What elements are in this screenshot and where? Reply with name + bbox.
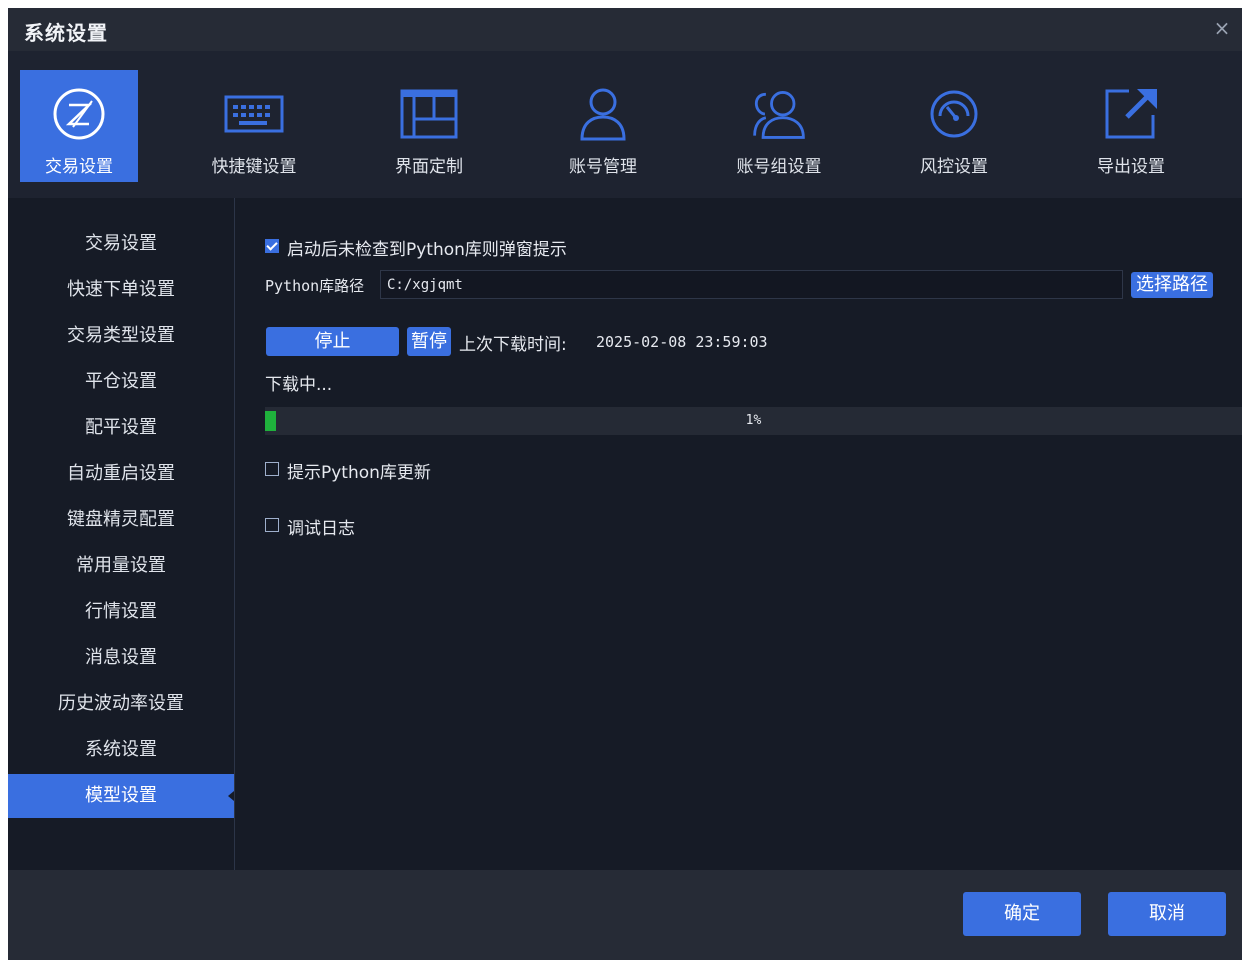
choose-path-button[interactable]: 选择路径 bbox=[1131, 272, 1213, 298]
keyboard-icon bbox=[224, 88, 284, 140]
tab-label: 界面定制 bbox=[395, 157, 463, 177]
sidebar-item-message[interactable]: 消息设置 bbox=[8, 636, 234, 680]
sidebar-item-trade[interactable]: 交易设置 bbox=[8, 222, 234, 266]
sidebar-item-common-volume[interactable]: 常用量设置 bbox=[8, 544, 234, 588]
tab-trade-settings[interactable]: 交易设置 bbox=[20, 70, 138, 182]
tab-label: 账号组设置 bbox=[736, 157, 822, 177]
popup-checkbox-label: 启动后未检查到Python库则弹窗提示 bbox=[287, 240, 567, 260]
sidebar-item-close-position[interactable]: 平仓设置 bbox=[8, 360, 234, 404]
tab-shortcut-settings[interactable]: 快捷键设置 bbox=[195, 70, 313, 182]
sidebar-item-model[interactable]: 模型设置 bbox=[8, 774, 234, 818]
path-label: Python库路径 bbox=[265, 277, 365, 295]
sidebar-item-system[interactable]: 系统设置 bbox=[8, 728, 234, 772]
sidebar-item-balance[interactable]: 配平设置 bbox=[8, 406, 234, 450]
layout-icon bbox=[399, 88, 459, 140]
settings-sidebar: 交易设置 快速下单设置 交易类型设置 平仓设置 配平设置 自动重启设置 键盘精灵… bbox=[8, 198, 235, 870]
sidebar-item-quick-order[interactable]: 快速下单设置 bbox=[8, 268, 234, 312]
debug-log-label: 调试日志 bbox=[287, 519, 355, 539]
sidebar-item-keyboard-wizard[interactable]: 键盘精灵配置 bbox=[8, 498, 234, 542]
user-icon bbox=[573, 88, 633, 141]
download-status: 下载中... bbox=[265, 375, 333, 395]
tab-label: 导出设置 bbox=[1097, 157, 1165, 177]
sidebar-item-market[interactable]: 行情设置 bbox=[8, 590, 234, 634]
user-group-icon bbox=[749, 88, 809, 140]
tab-ui-customize[interactable]: 界面定制 bbox=[370, 70, 488, 182]
window-title: 系统设置 bbox=[24, 21, 108, 45]
pause-button[interactable]: 暂停 bbox=[407, 327, 451, 356]
download-progress-bar: 1% bbox=[265, 407, 1242, 435]
debug-log-checkbox[interactable] bbox=[265, 518, 279, 532]
progress-text: 1% bbox=[745, 413, 762, 428]
update-checkbox[interactable] bbox=[265, 462, 279, 476]
sidebar-item-auto-restart[interactable]: 自动重启设置 bbox=[8, 452, 234, 496]
tab-account-group[interactable]: 账号组设置 bbox=[720, 70, 838, 182]
cancel-button[interactable]: 取消 bbox=[1108, 892, 1226, 936]
settings-window: 系统设置 × 交易设置 快捷键设置 界面定制 账号管理 账号组设置 风控设置 导… bbox=[8, 8, 1242, 960]
top-nav: 交易设置 快捷键设置 界面定制 账号管理 账号组设置 风控设置 导出设置 bbox=[8, 51, 1242, 198]
tab-label: 账号管理 bbox=[569, 157, 637, 177]
last-download-label: 上次下载时间: bbox=[459, 335, 567, 355]
title-bar: 系统设置 × bbox=[8, 8, 1242, 51]
tab-label: 快捷键设置 bbox=[211, 157, 297, 177]
python-path-input[interactable] bbox=[380, 270, 1123, 299]
dialog-footer: 确定 取消 bbox=[8, 870, 1242, 960]
popup-checkbox[interactable] bbox=[265, 239, 279, 253]
stop-button[interactable]: 停止 bbox=[266, 327, 399, 356]
tab-label: 风控设置 bbox=[920, 157, 988, 177]
gauge-icon bbox=[924, 88, 984, 140]
export-icon bbox=[1101, 88, 1161, 140]
tab-account-manage[interactable]: 账号管理 bbox=[544, 70, 662, 182]
close-icon[interactable]: × bbox=[1210, 16, 1234, 40]
model-settings-panel: 启动后未检查到Python库则弹窗提示 Python库路径 选择路径 停止 暂停… bbox=[235, 198, 1242, 870]
last-download-time: 2025-02-08 23:59:03 bbox=[596, 333, 768, 351]
trade-circle-icon bbox=[49, 88, 109, 140]
tab-risk-control[interactable]: 风控设置 bbox=[895, 70, 1013, 182]
tab-export-settings[interactable]: 导出设置 bbox=[1072, 70, 1190, 182]
update-checkbox-label: 提示Python库更新 bbox=[287, 463, 431, 483]
confirm-button[interactable]: 确定 bbox=[963, 892, 1081, 936]
tab-label: 交易设置 bbox=[45, 157, 113, 177]
sidebar-item-trade-type[interactable]: 交易类型设置 bbox=[8, 314, 234, 358]
sidebar-item-hist-volatility[interactable]: 历史波动率设置 bbox=[8, 682, 234, 726]
